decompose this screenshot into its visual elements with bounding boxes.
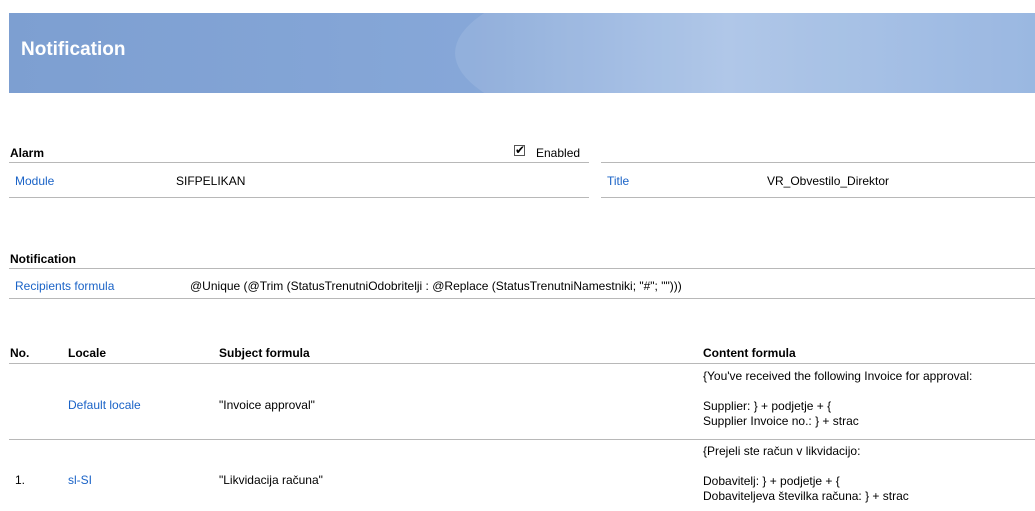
content-line: {Prejeli ste račun v likvidacijo: <box>703 444 861 458</box>
title-top-divider <box>601 162 1035 163</box>
column-header-no: No. <box>10 346 30 360</box>
subject-formula: "Invoice approval" <box>219 398 315 412</box>
content-line: Dobavitelj: } + podjetje + { <box>703 474 840 488</box>
column-header-locale: Locale <box>68 346 107 360</box>
notification-divider <box>9 268 1035 269</box>
page-title: Notification <box>21 39 126 60</box>
title-divider <box>601 197 1035 198</box>
locale-link[interactable]: Default locale <box>68 398 141 412</box>
content-line: Supplier Invoice no.: } + strac <box>703 414 859 428</box>
content-line: Dobaviteljeva številka računa: } + strac <box>703 489 909 503</box>
content-line: {You've received the following Invoice f… <box>703 369 973 383</box>
content-line: Supplier: } + podjetje + { <box>703 399 832 413</box>
content-line <box>703 384 972 399</box>
column-header-subject: Subject formula <box>219 346 310 360</box>
module-divider <box>9 197 589 198</box>
module-value: SIFPELIKAN <box>176 174 246 188</box>
enabled-label: Enabled <box>536 146 581 160</box>
recipients-value: @Unique (@Trim (StatusTrenutniOdobritelj… <box>190 279 682 293</box>
enabled-checkbox[interactable]: ✔ <box>514 143 526 157</box>
module-label: Module <box>15 174 55 188</box>
recipients-divider <box>9 298 1035 299</box>
alarm-divider <box>9 162 589 163</box>
subject-formula: "Likvidacija računa" <box>219 473 323 487</box>
banner-decoration <box>455 13 1035 93</box>
recipients-label: Recipients formula <box>15 279 115 293</box>
content-line <box>703 459 909 474</box>
column-header-content: Content formula <box>703 346 796 360</box>
row-divider <box>9 439 1035 440</box>
check-icon: ✔ <box>515 143 526 157</box>
alarm-section-title: Alarm <box>10 146 45 160</box>
notification-section-title: Notification <box>10 252 76 266</box>
content-formula: {Prejeli ste račun v likvidacijo: Dobavi… <box>703 444 909 504</box>
page-header-banner: Notification <box>9 13 1035 93</box>
title-label: Title <box>607 174 630 188</box>
row-number: 1. <box>15 473 26 487</box>
table-header-divider <box>9 363 1035 364</box>
locale-link[interactable]: sl-SI <box>68 473 92 487</box>
content-formula: {You've received the following Invoice f… <box>703 369 972 429</box>
title-value: VR_Obvestilo_Direktor <box>767 174 890 188</box>
